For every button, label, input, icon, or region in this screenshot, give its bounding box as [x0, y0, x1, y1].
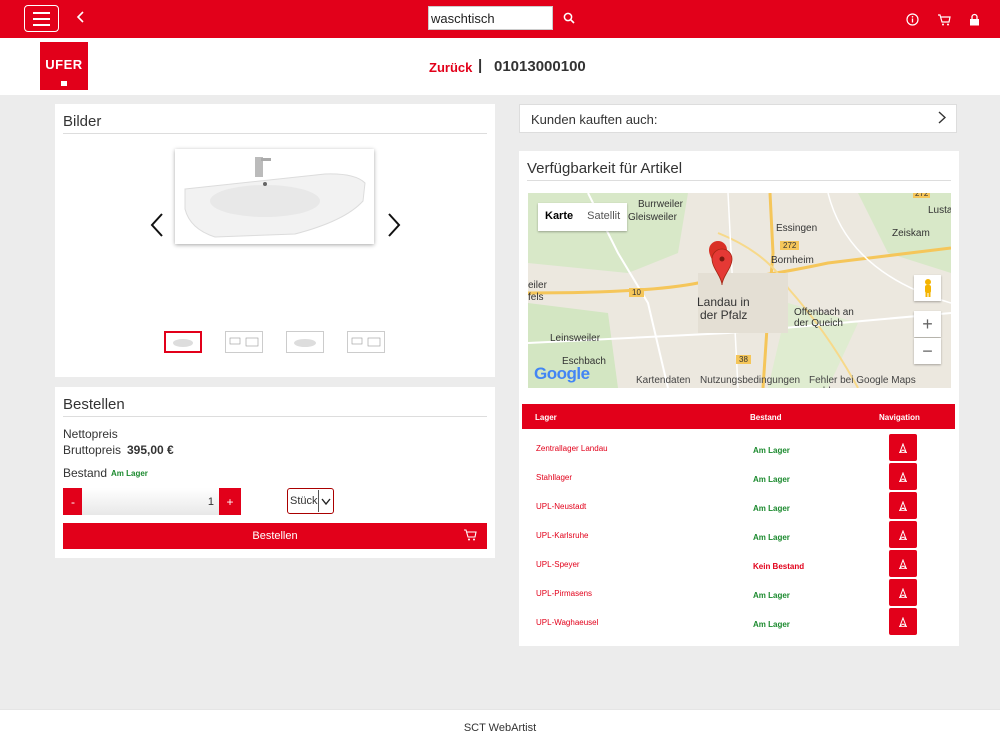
road-label: 272 [780, 241, 800, 250]
stock-status: Am Lager [753, 504, 790, 513]
place-label: Gleisweiler [628, 212, 677, 223]
warehouse-link[interactable]: Stahllager [536, 473, 572, 482]
navigation-icon[interactable] [889, 550, 917, 577]
warehouse-link[interactable]: Zentrallager Landau [536, 444, 608, 453]
map-type-toggle: Karte Satellit [538, 203, 628, 231]
product-image[interactable] [175, 149, 374, 244]
navigation-icon[interactable] [889, 521, 917, 548]
terms-link[interactable]: Nutzungsbedingungen [700, 375, 800, 386]
navigation-icon[interactable] [889, 608, 917, 635]
increment-button[interactable]: + [219, 488, 241, 515]
column-header: Lager [535, 413, 557, 422]
menu-icon[interactable] [24, 5, 59, 32]
decrement-button[interactable]: - [63, 488, 83, 515]
lock-icon[interactable] [962, 7, 986, 31]
zoom-out-button[interactable]: − [914, 338, 941, 364]
navigation-icon[interactable] [889, 434, 917, 461]
warehouse-link[interactable]: UPL-Neustadt [536, 502, 586, 511]
chevron-left-icon[interactable] [150, 212, 164, 243]
warehouse-link[interactable]: UPL-Karlsruhe [536, 531, 588, 540]
navigation-icon[interactable] [889, 463, 917, 490]
stock-status: Am Lager [753, 533, 790, 542]
header-separator: | [478, 57, 483, 74]
stock-status: Am Lager [753, 446, 790, 455]
road-label: 272 [913, 193, 931, 198]
unit-value: Stück [290, 495, 318, 507]
zoom-in-button[interactable]: + [914, 311, 941, 337]
search-input[interactable] [428, 6, 553, 30]
map-tab-satellite[interactable]: Satellit [580, 203, 627, 231]
images-title: Bilder [63, 104, 487, 134]
ufer-logo[interactable]: UFER [40, 42, 88, 90]
place-label: Burrweiler [638, 199, 684, 210]
chevron-down-icon [318, 490, 333, 512]
stock-status: Kein Bestand [753, 562, 805, 571]
top-bar [0, 0, 1000, 38]
place-label: der Queich [794, 318, 843, 329]
back-arrow-icon[interactable] [76, 8, 86, 28]
search-icon[interactable] [556, 6, 582, 30]
thumbnail[interactable] [347, 331, 385, 353]
also-bought-label: Kunden kauften auch: [531, 112, 658, 127]
order-button[interactable]: Bestellen [63, 523, 487, 549]
place-label: Lusta [928, 205, 951, 216]
gross-price-value: 395,00 € [127, 443, 174, 457]
footer-text: SCT WebArtist [463, 722, 537, 734]
place-label: Zeiskam [892, 228, 930, 239]
place-label: Landau in [697, 295, 750, 309]
quantity-input[interactable] [82, 488, 219, 515]
availability-title: Verfügbarkeit für Artikel [527, 151, 951, 181]
back-link[interactable]: Zurück [429, 60, 472, 75]
order-button-label: Bestellen [252, 530, 298, 542]
road-label: 10 [629, 288, 644, 297]
also-bought-link[interactable]: Kunden kauften auch: [519, 104, 957, 133]
stock-label: Bestand [63, 466, 108, 480]
warehouse-link[interactable]: UPL-Speyer [536, 560, 580, 569]
column-header: Bestand [750, 413, 782, 422]
road-label: 38 [736, 355, 751, 364]
place-label: eiler [528, 280, 547, 291]
place-label: Essingen [776, 223, 818, 234]
stock-badge: Am Lager [111, 469, 148, 478]
thumbnail[interactable] [286, 331, 324, 353]
net-price-label: Nettopreis [63, 427, 118, 441]
google-logo: Google [534, 364, 590, 383]
cart-icon[interactable] [932, 7, 956, 31]
place-label: Offenbach an [794, 307, 854, 318]
stock-status: Am Lager [753, 620, 790, 629]
table-header: Lager Bestand Navigation [522, 404, 955, 429]
header: UFER Zurück | 01013000100 [0, 38, 1000, 95]
map-pin-icon[interactable] [708, 241, 734, 292]
chevron-right-icon [938, 111, 947, 127]
navigation-icon[interactable] [889, 492, 917, 519]
gross-price-label: Bruttopreis [63, 443, 122, 457]
cart-icon [463, 528, 477, 544]
article-number: 01013000100 [494, 58, 586, 75]
map-tab-map[interactable]: Karte [538, 203, 580, 231]
footer: SCT WebArtist [0, 709, 1000, 750]
warehouse-link[interactable]: UPL-Waghaeusel [536, 618, 598, 627]
place-label: fels [528, 292, 544, 303]
place-label: Leinsweiler [550, 333, 601, 344]
info-icon[interactable] [900, 7, 924, 31]
chevron-right-icon[interactable] [387, 212, 401, 243]
stock-status: Am Lager [753, 591, 790, 600]
warehouse-link[interactable]: UPL-Pirmasens [536, 589, 592, 598]
thumbnail[interactable] [164, 331, 202, 353]
logo-text: UFER [45, 57, 83, 72]
unit-select[interactable]: Stück [287, 488, 334, 514]
navigation-icon[interactable] [889, 579, 917, 606]
column-header: Navigation [879, 413, 920, 422]
report-error-link[interactable]: Fehler bei Google Maps melden [809, 375, 951, 388]
stock-status: Am Lager [753, 475, 790, 484]
order-title: Bestellen [63, 387, 487, 417]
map-data-link[interactable]: Kartendaten [636, 375, 691, 386]
place-label: der Pfalz [700, 308, 748, 322]
thumbnail[interactable] [225, 331, 263, 353]
map[interactable]: Karte Satellit Burrweiler Gleisweiler Es… [528, 193, 951, 388]
place-label: Bornheim [771, 255, 814, 266]
pegman-icon[interactable] [914, 275, 941, 301]
